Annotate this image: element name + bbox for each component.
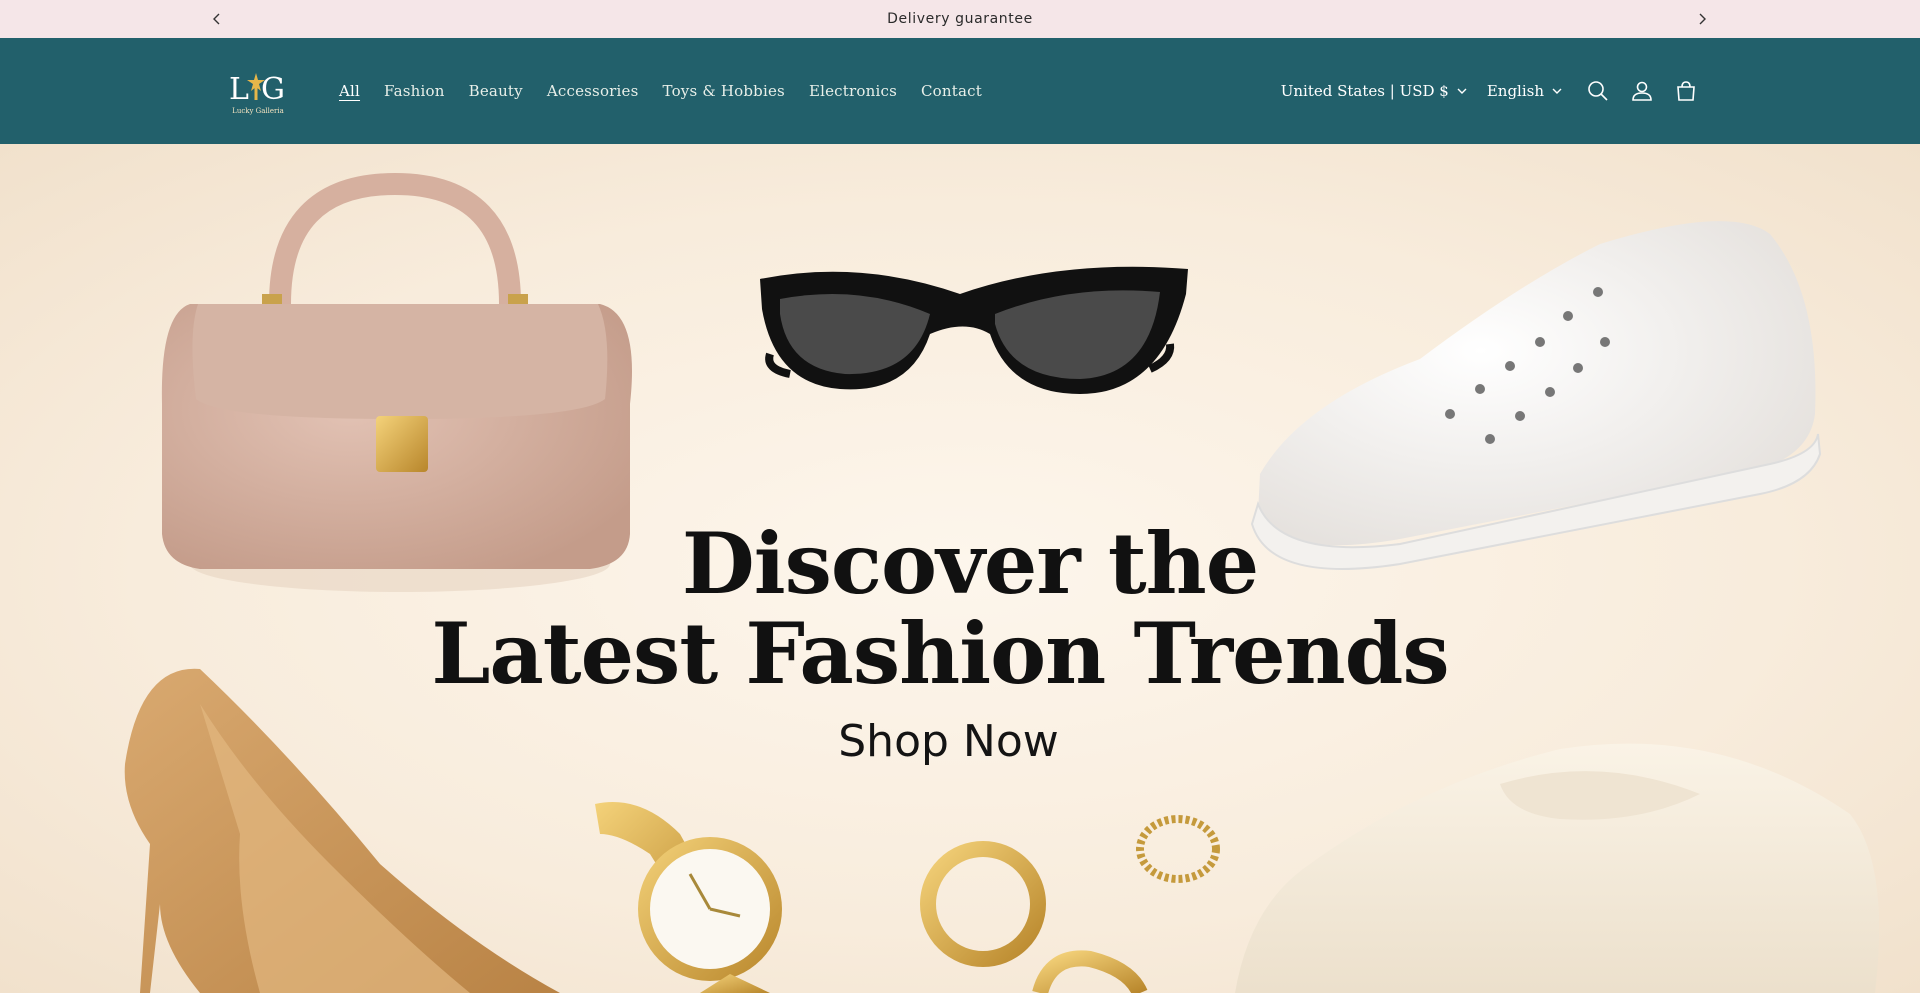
main-nav: All Fashion Beauty Accessories Toys & Ho… [327, 38, 994, 144]
shop-now-button[interactable]: Shop Now [0, 716, 1897, 767]
sweater-image [1235, 743, 1880, 993]
account-icon [1632, 81, 1652, 101]
announcement-bar: Delivery guarantee [0, 0, 1920, 38]
ring-image [1136, 815, 1220, 883]
announcement-next-button[interactable] [1692, 9, 1712, 29]
announcement-prev-button[interactable] [207, 9, 227, 29]
svg-text:L: L [229, 72, 249, 107]
chevron-left-icon [213, 13, 220, 25]
account-button[interactable] [1620, 69, 1664, 113]
nav-item-fashion[interactable]: Fashion [372, 82, 457, 100]
announcement-text: Delivery guarantee [887, 11, 1033, 27]
language-selector[interactable]: English [1487, 82, 1562, 100]
country-currency-label: United States | USD $ [1280, 82, 1449, 100]
header-actions: United States | USD $ English [1281, 38, 1708, 144]
site-header: L G Lucky Galleria All Fashion Beauty Ac… [0, 38, 1920, 144]
nav-item-accessories[interactable]: Accessories [535, 82, 651, 100]
search-button[interactable] [1576, 69, 1620, 113]
sunglasses-image [760, 266, 1188, 394]
country-currency-selector[interactable]: United States | USD $ [1281, 82, 1467, 100]
nav-item-beauty[interactable]: Beauty [457, 82, 535, 100]
nav-item-all[interactable]: All [327, 82, 372, 100]
hero-headline-line2: Latest Fashion Trends [431, 604, 1449, 703]
nav-item-toys-hobbies[interactable]: Toys & Hobbies [651, 82, 797, 100]
chevron-down-icon [1552, 88, 1562, 94]
search-icon [1588, 81, 1608, 101]
svg-text:G: G [261, 72, 285, 107]
cart-button[interactable] [1664, 69, 1708, 113]
language-label: English [1486, 82, 1544, 100]
nav-item-contact[interactable]: Contact [909, 82, 994, 100]
chevron-right-icon [1699, 13, 1706, 25]
nav-item-electronics[interactable]: Electronics [797, 82, 909, 100]
hero-banner[interactable]: Discover the Latest Fashion Trends Shop … [0, 144, 1920, 993]
logo-mark: L G [229, 72, 285, 107]
hero-headline-line1: Discover the [681, 514, 1259, 613]
watch-image [595, 802, 782, 993]
chevron-down-icon [1457, 88, 1467, 94]
cart-icon [1677, 81, 1695, 101]
logo-subtitle: Lucky Galleria [232, 107, 284, 115]
earrings-image [920, 841, 1148, 993]
site-logo[interactable]: L G Lucky Galleria [222, 61, 294, 121]
